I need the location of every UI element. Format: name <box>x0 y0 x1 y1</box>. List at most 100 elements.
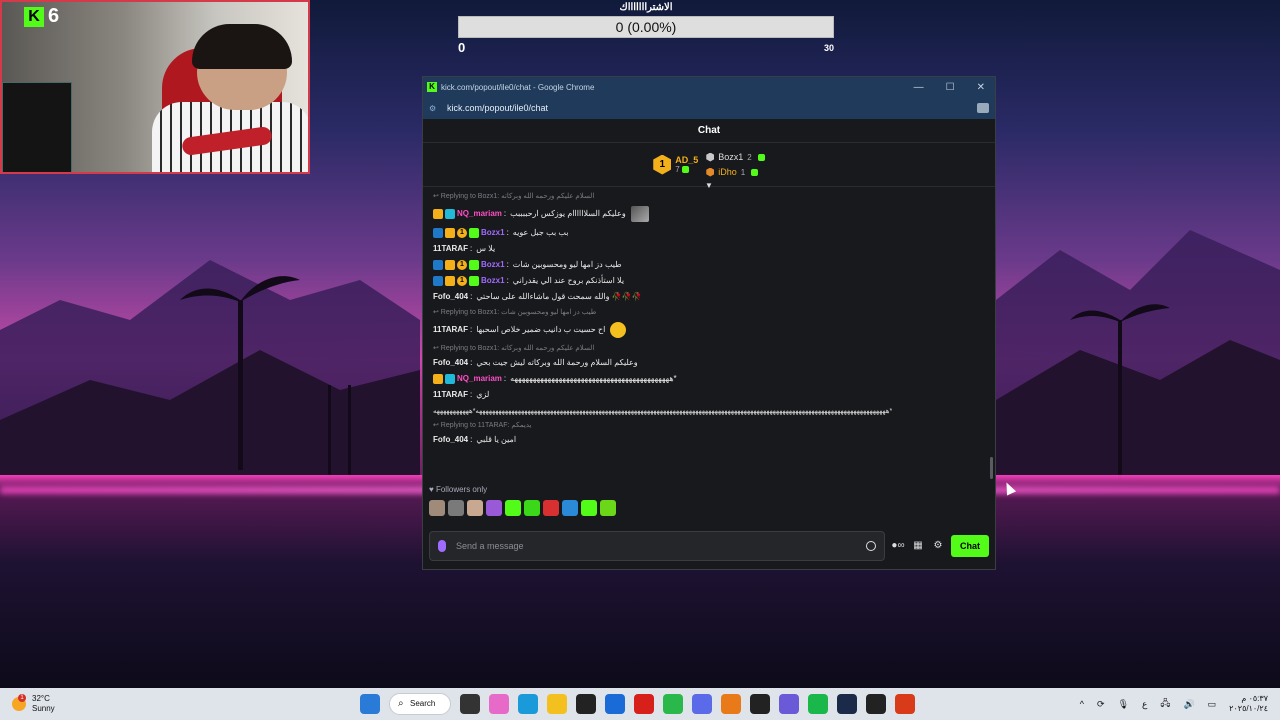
mic-tray-icon[interactable]: 🎙 <box>1118 699 1129 710</box>
chat-message[interactable]: NQ_mariam: وعليكم السلاااااام يوزكس ارحب… <box>433 206 985 222</box>
moderator-badge-icon <box>433 276 443 286</box>
chat-message[interactable]: Fofo_404: والله سمحت قول ماشاءالله على س… <box>433 292 985 302</box>
webcam-overlay: K 6 <box>0 0 310 174</box>
chat-message[interactable]: 11TARAF: لزي <box>433 390 985 400</box>
gifter-first[interactable]: 1 AD_5 7 <box>653 154 699 175</box>
chrome-icon[interactable] <box>663 694 683 714</box>
gifter-badge-icon: 1 <box>457 228 467 238</box>
tray-chevron-icon[interactable]: ^ <box>1080 699 1084 709</box>
teams-icon[interactable] <box>779 694 799 714</box>
input-language[interactable]: ع <box>1142 699 1147 710</box>
chat-message[interactable]: NQ_mariam: ههههههههههههههههههههههههههههه… <box>433 374 985 384</box>
reply-context[interactable]: ↩ Replying to 11TARAF: يديمكم <box>433 421 985 430</box>
chat-message[interactable]: Fofo_404: وعليكم السلام ورحمة الله وبركا… <box>433 358 985 368</box>
translate-icon[interactable] <box>977 103 989 113</box>
store-icon[interactable]: ▦ <box>911 539 925 553</box>
reply-context[interactable]: ↩ Replying to Bozx1: طيب دز امها ليو ومح… <box>433 308 985 317</box>
emote-button[interactable] <box>524 500 540 516</box>
microphone-icon[interactable] <box>438 540 446 552</box>
site-settings-icon[interactable]: ⚙ <box>429 104 439 113</box>
chat-scrollbar[interactable] <box>990 457 993 479</box>
chat-username[interactable]: Fofo_404 <box>433 292 468 302</box>
chat-username[interactable]: NQ_mariam <box>457 209 502 219</box>
file-explorer-icon[interactable] <box>547 694 567 714</box>
moderator-badge-icon <box>433 260 443 270</box>
notification-badge: 1 <box>18 694 26 702</box>
spotify-icon[interactable] <box>808 694 828 714</box>
emote-button[interactable] <box>543 500 559 516</box>
epic-launcher-icon[interactable] <box>866 694 886 714</box>
chat-message[interactable]: 11TARAF: اح حسيت ب دانيب ضمير خلاص اسحبه… <box>433 322 985 338</box>
chat-text: يلا استأذنكم بروح عند الي يقدراني <box>512 276 625 285</box>
battery-icon[interactable]: ▭ <box>1208 699 1217 710</box>
community-icon[interactable]: ●∞ <box>891 539 905 553</box>
brave-icon[interactable] <box>895 694 915 714</box>
store-app-icon[interactable] <box>605 694 625 714</box>
minimize-button[interactable]: — <box>914 82 924 93</box>
gifter-badge-icon: 1 <box>457 260 467 270</box>
gifter-first-name: AD_5 <box>675 155 699 165</box>
chat-message[interactable]: 1 Bozx1: بب بب جبل عويه <box>433 228 985 238</box>
chat-username[interactable]: Bozx1 <box>481 260 505 270</box>
chat-message[interactable]: 1 Bozx1: يلا استأذنكم بروح عند الي يقدرا… <box>433 276 985 286</box>
emote-button[interactable] <box>505 500 521 516</box>
steam-icon[interactable] <box>837 694 857 714</box>
chat-text: والله سمحت قول ماشاءالله على ساحتي 🥀🥀🥀 <box>476 292 642 301</box>
chat-username[interactable]: 11TARAF <box>433 325 468 335</box>
reply-context[interactable]: ↩ Replying to Bozx1: السلام عليكم ورحمه … <box>433 344 985 353</box>
chat-username[interactable]: NQ_mariam <box>457 374 502 384</box>
start-menu-icon[interactable] <box>360 694 380 714</box>
chat-input[interactable]: Send a message <box>429 531 885 561</box>
maximize-button[interactable]: ☐ <box>946 82 955 93</box>
network-icon[interactable]: 🖧 <box>1160 696 1170 712</box>
emote-button[interactable] <box>486 500 502 516</box>
volume-icon[interactable]: 🔊 <box>1183 699 1194 710</box>
settings-icon[interactable]: ⚙ <box>931 539 945 553</box>
opera-icon[interactable] <box>634 694 654 714</box>
gift-gem-icon <box>681 166 689 174</box>
chat-username[interactable]: 11TARAF <box>433 244 468 254</box>
goal-min: 0 <box>458 40 466 55</box>
sync-icon[interactable]: ⟳ <box>1097 699 1105 710</box>
edge-icon[interactable] <box>518 694 538 714</box>
task-view-icon[interactable] <box>460 694 480 714</box>
chat-message[interactable]: Fofo_404: امين يا قلبي <box>433 435 985 445</box>
emote-button[interactable] <box>467 500 483 516</box>
emote-button[interactable] <box>600 500 616 516</box>
chat-username[interactable]: Fofo_404 <box>433 358 468 368</box>
url-text[interactable]: kick.com/popout/ile0/chat <box>447 103 977 113</box>
copilot-icon[interactable] <box>489 694 509 714</box>
chat-message[interactable]: 1 Bozx1: طيب دز امها ليو ومحسوبين شات <box>433 260 985 270</box>
sub-gift-badge-icon <box>469 228 479 238</box>
chat-message[interactable]: 11TARAF: يلا س <box>433 244 985 254</box>
chat-username[interactable]: 11TARAF <box>433 390 468 400</box>
gifter-second[interactable]: Bozx1 2 <box>706 150 765 165</box>
weather-widget[interactable]: 1 32°C Sunny <box>12 694 55 714</box>
emote-button[interactable] <box>429 500 445 516</box>
emote-image <box>610 322 627 338</box>
system-clock[interactable]: ٠٥:٣٧ م ٢٠٢٥/١٠/٢٤ <box>1229 694 1268 714</box>
app-a-icon[interactable] <box>721 694 741 714</box>
github-icon[interactable] <box>576 694 596 714</box>
taskbar-search[interactable]: Search <box>389 693 451 715</box>
chat-messages[interactable]: ↩ Replying to Bozx1: السلام عليكم ورحمه … <box>423 187 995 483</box>
chat-input-placeholder[interactable]: Send a message <box>456 541 866 551</box>
emote-button[interactable] <box>581 500 597 516</box>
goal-max: 30 <box>823 43 834 53</box>
epic-games-icon[interactable] <box>750 694 770 714</box>
gifter-third[interactable]: iDho 1 <box>706 165 764 180</box>
address-bar[interactable]: ⚙ kick.com/popout/ile0/chat <box>423 97 995 119</box>
send-chat-button[interactable]: Chat <box>951 535 989 557</box>
chat-username[interactable]: Fofo_404 <box>433 435 468 445</box>
crown-badge-icon <box>445 260 455 270</box>
emoji-picker-icon[interactable] <box>866 541 876 551</box>
weather-desc: Sunny <box>32 704 55 713</box>
close-button[interactable]: ✕ <box>977 82 985 93</box>
chat-username[interactable]: Bozx1 <box>481 276 505 286</box>
window-titlebar[interactable]: K kick.com/popout/ile0/chat - Google Chr… <box>423 77 995 97</box>
emote-button[interactable] <box>448 500 464 516</box>
discord-icon[interactable] <box>692 694 712 714</box>
chat-username[interactable]: Bozx1 <box>481 228 505 238</box>
emote-button[interactable] <box>562 500 578 516</box>
reply-context[interactable]: ↩ Replying to Bozx1: السلام عليكم ورحمه … <box>433 192 985 201</box>
